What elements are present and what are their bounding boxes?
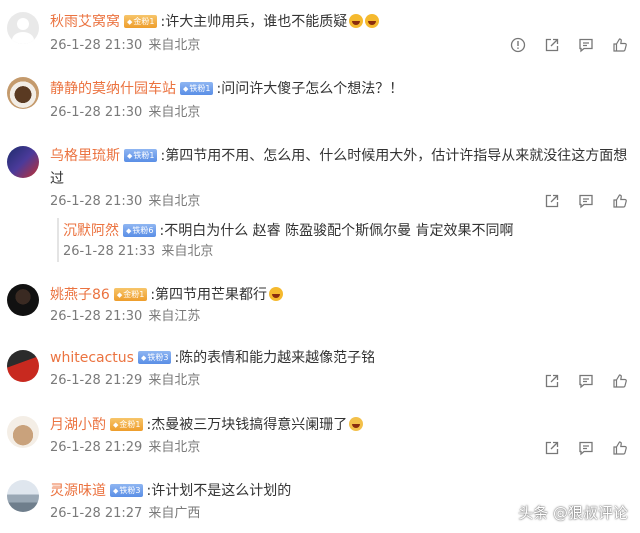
comment-meta: 26-1-28 21:30 来自北京	[50, 193, 200, 211]
comment-item: 姚燕子86 ◆金粉1:第四节用芒果都行 26-1-28 21:30 来自江苏	[0, 276, 640, 338]
grin-emoji-icon	[365, 14, 380, 28]
fan-badge: ◆金粉1	[113, 288, 148, 301]
comment-text-continued: 过	[50, 171, 64, 187]
comment-text: :许大主帅用兵，谁也不能质疑	[160, 14, 348, 30]
timestamp: 26-1-28 21:33	[63, 244, 156, 259]
person-avatar[interactable]	[7, 284, 39, 316]
comment-text: :问问许大傻子怎么个想法？！	[216, 81, 404, 97]
like-icon[interactable]	[612, 193, 628, 209]
comment-meta: 26-1-28 21:30 来自江苏	[50, 308, 200, 326]
comment-icon[interactable]	[578, 193, 594, 209]
comment-item: 月湖小酌 ◆金粉1:杰曼被三万块钱搞得意兴阑珊了 26-1-28 21:29 来自北…	[0, 404, 640, 468]
location: 来自北京	[148, 194, 201, 209]
comment-item: 灵源味道 ◆铁粉3:许计划不是这么计划的 26-1-28 21:27 来自广西	[0, 468, 640, 533]
comment-item: 静静的莫纳什园车站 ◆铁粉1:问问许大傻子怎么个想法？！ 26-1-28 21:3…	[0, 62, 640, 132]
fan-badge: ◆铁粉3	[110, 484, 144, 497]
location: 来自北京	[148, 373, 201, 388]
username[interactable]: 姚燕子86	[50, 287, 110, 303]
timestamp: 26-1-28 21:29	[50, 440, 143, 455]
timestamp: 26-1-28 21:30	[50, 38, 143, 53]
comment-meta: 26-1-28 21:30 来自北京	[50, 37, 200, 55]
comment-actions	[544, 191, 630, 211]
timestamp: 26-1-28 21:30	[50, 309, 143, 324]
like-icon[interactable]	[612, 440, 628, 456]
fan-badge: ◆铁粉6	[123, 224, 157, 237]
tired-emoji-icon	[349, 417, 364, 431]
comment-icon[interactable]	[578, 37, 594, 53]
share-icon[interactable]	[544, 193, 560, 209]
comment-text: :许计划不是这么计划的	[146, 483, 292, 499]
username[interactable]: 秋雨艾窝窝	[50, 14, 120, 30]
share-icon[interactable]	[544, 373, 560, 389]
comment-item: whitecactus ◆铁粉3:陈的表情和能力越来越像范子铭 26-1-28 2…	[0, 338, 640, 404]
username[interactable]: 月湖小酌	[50, 417, 106, 433]
comment-actions	[510, 35, 630, 55]
like-icon[interactable]	[612, 37, 628, 53]
grimace-emoji-icon	[269, 287, 284, 301]
location: 来自广西	[148, 506, 201, 521]
username[interactable]: whitecactus	[50, 350, 134, 366]
location: 来自北京	[148, 38, 201, 53]
timestamp: 26-1-28 21:27	[50, 506, 143, 521]
timestamp: 26-1-28 21:29	[50, 373, 143, 388]
like-icon[interactable]	[612, 373, 628, 389]
default-avatar-icon[interactable]	[7, 12, 39, 44]
fan-badge: ◆金粉1	[110, 418, 144, 431]
fan-badge: ◆铁粉3	[137, 351, 172, 364]
username[interactable]: 静静的莫纳什园车站	[50, 81, 176, 97]
comment-text: :陈的表情和能力越来越像范子铭	[174, 350, 376, 366]
comment-item: 乌格里琉斯 ◆铁粉1:第四节用不用、怎么用、什么时候用大外，估计许指导从来就没往这…	[0, 132, 640, 262]
comment-icon[interactable]	[578, 373, 594, 389]
landscape-avatar[interactable]	[7, 480, 39, 512]
fan-badge: ◆金粉1	[124, 15, 158, 28]
location: 来自北京	[148, 105, 201, 120]
grin-emoji-icon	[349, 14, 364, 28]
comment-text: :杰曼被三万块钱搞得意兴阑珊了	[146, 417, 348, 433]
comment-text: :第四节用不用、怎么用、什么时候用大外，估计许指导从来就没往这方面想	[160, 148, 628, 164]
comment-meta: 26-1-28 21:33 来自北京	[63, 243, 213, 261]
comment-meta: 26-1-28 21:30 来自北京	[50, 104, 200, 122]
location: 来自北京	[161, 244, 214, 259]
fan-badge: ◆铁粉1	[124, 149, 158, 162]
comment-icon[interactable]	[578, 440, 594, 456]
comment-meta: 26-1-28 21:29 来自北京	[50, 372, 200, 390]
comment-text: :不明白为什么 赵睿 陈盈骏配个斯佩尔曼 肯定效果不同啊	[159, 223, 514, 239]
comment-actions	[544, 371, 630, 391]
reply-block: 沉默阿然 ◆铁粉6:不明白为什么 赵睿 陈盈骏配个斯佩尔曼 肯定效果不同啊 26-…	[57, 218, 617, 262]
location: 来自江苏	[148, 309, 201, 324]
comment-actions	[544, 438, 630, 458]
username[interactable]: 灵源味道	[50, 483, 106, 499]
comment-text: :第四节用芒果都行	[150, 287, 268, 303]
comment-meta: 26-1-28 21:27 来自广西	[50, 505, 200, 523]
info-icon[interactable]	[510, 37, 526, 53]
cup-avatar[interactable]	[7, 416, 39, 448]
watermark: 头条 @狠叔评论	[518, 504, 628, 522]
username[interactable]: 沉默阿然	[63, 223, 119, 239]
team-avatar[interactable]	[7, 146, 39, 178]
timestamp: 26-1-28 21:30	[50, 194, 143, 209]
share-icon[interactable]	[544, 37, 560, 53]
username[interactable]: 乌格里琉斯	[50, 148, 120, 164]
comment-meta: 26-1-28 21:29 来自北京	[50, 439, 200, 457]
fan-badge: ◆铁粉1	[180, 82, 214, 95]
comment-item: 秋雨艾窝窝 ◆金粉1:许大主帅用兵，谁也不能质疑 26-1-28 21:30 来自北…	[0, 0, 640, 62]
timestamp: 26-1-28 21:30	[50, 105, 143, 120]
location: 来自北京	[148, 440, 201, 455]
share-icon[interactable]	[544, 440, 560, 456]
coffee-avatar[interactable]	[7, 77, 39, 109]
player-avatar[interactable]	[7, 350, 39, 382]
